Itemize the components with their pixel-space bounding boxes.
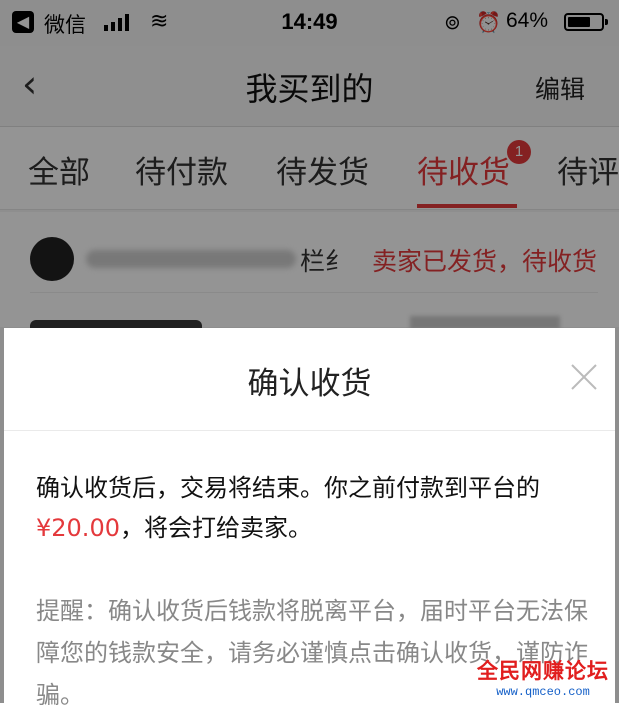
watermark-title: 全民网赚论坛 [477, 659, 609, 683]
dialog-divider [4, 430, 615, 431]
message-text: 确认收货后，交易将结束。你之前付款到平台的 [36, 474, 540, 502]
confirm-receipt-dialog: 确认收货 确认收货后，交易将结束。你之前付款到平台的 ¥20.00，将会打给卖家… [4, 328, 615, 709]
watermark-logo: 全民网赚论坛 www.qmceo.com [477, 655, 609, 699]
dialog-message: 确认收货后，交易将结束。你之前付款到平台的 ¥20.00，将会打给卖家。 [36, 468, 596, 548]
payment-amount: ¥20.00 [36, 514, 120, 542]
dialog-title: 确认收货 [247, 366, 372, 402]
close-icon[interactable] [569, 362, 599, 392]
watermark-url: www.qmceo.com [496, 685, 590, 699]
message-text-end: ，将会打给卖家。 [119, 514, 312, 542]
